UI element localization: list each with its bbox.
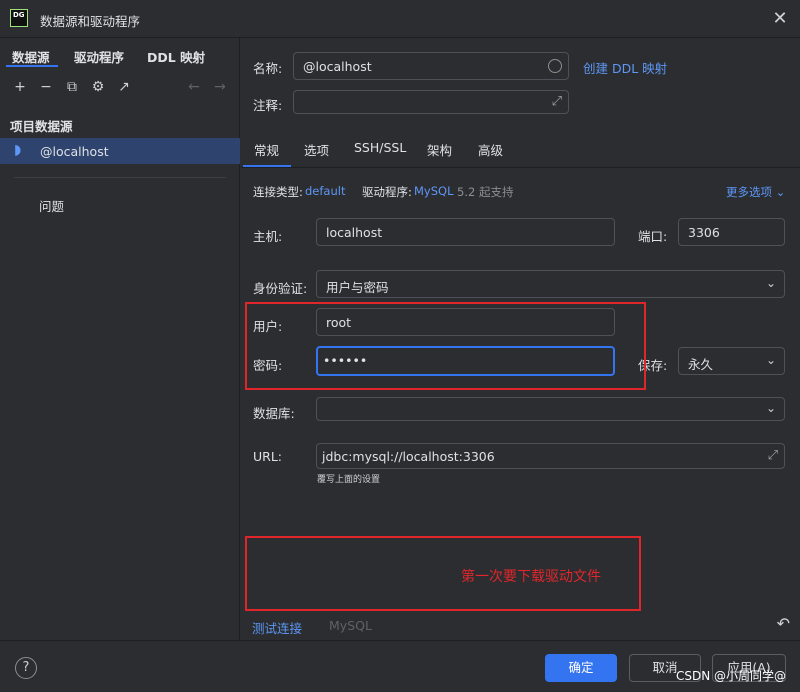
close-icon[interactable]: ✕	[770, 9, 790, 29]
tab-ddl-mappings[interactable]: DDL 映射	[147, 47, 205, 66]
chevron-down-icon: ⌄	[765, 276, 776, 290]
host-field[interactable]: localhost	[316, 218, 615, 246]
left-pane: 数据源 驱动程序 DDL 映射 + − ⧉ ⚙ ↗ ← → 项目数据源 ◗ @l…	[0, 38, 240, 640]
help-icon[interactable]: ?	[15, 657, 37, 679]
comment-label: 注释:	[253, 98, 283, 113]
name-value: @localhost	[303, 59, 372, 74]
left-tabs: 数据源 驱动程序 DDL 映射	[0, 38, 240, 68]
auth-value: 用户与密码	[326, 280, 389, 295]
back-arrow-icon[interactable]: ←	[185, 78, 203, 96]
tab-advanced[interactable]: 高级	[478, 140, 503, 159]
comment-field[interactable]: ⤢	[293, 90, 569, 114]
active-tab-indicator	[243, 165, 291, 167]
driver-support-note: 5.2 起支持	[457, 185, 514, 199]
database-label: 数据库:	[253, 406, 295, 421]
name-field[interactable]: @localhost	[293, 52, 569, 80]
annotation-box-credentials	[245, 302, 646, 390]
divider	[14, 177, 226, 178]
driver-name: MySQL	[329, 618, 372, 633]
create-ddl-mapping-link[interactable]: 创建 DDL 映射	[583, 58, 667, 77]
save-select[interactable]: 永久 ⌄	[678, 347, 785, 375]
annotation-note: 第一次要下载驱动文件	[461, 569, 601, 585]
watermark: CSDN @小周同学@	[675, 669, 786, 683]
chevron-down-icon: ⌄	[775, 185, 786, 199]
port-label: 端口:	[638, 229, 668, 244]
sidebar-item-localhost[interactable]: ◗ @localhost	[0, 138, 240, 164]
database-select[interactable]: ⌄	[316, 397, 785, 421]
minus-icon[interactable]: −	[37, 78, 55, 96]
sidebar-item-label: @localhost	[40, 144, 109, 159]
port-value: 3306	[688, 225, 720, 240]
auth-select[interactable]: 用户与密码 ⌄	[316, 270, 785, 298]
tab-data-sources[interactable]: 数据源	[12, 47, 50, 66]
driver-label: 驱动程序:	[362, 185, 412, 199]
tab-general[interactable]: 常规	[254, 140, 279, 159]
host-value: localhost	[326, 225, 383, 240]
connection-type-value[interactable]: default	[305, 184, 345, 198]
project-data-sources-label: 项目数据源	[10, 119, 73, 134]
left-toolbar: + − ⧉ ⚙ ↗ ← →	[0, 74, 240, 100]
mysql-dolphin-icon: ◗	[14, 142, 22, 158]
chevron-down-icon: ⌄	[765, 353, 776, 367]
host-label: 主机:	[253, 229, 283, 244]
test-connection-link[interactable]: 测试连接	[252, 618, 302, 637]
tab-schemas[interactable]: 架构	[427, 140, 452, 159]
chevron-down-icon: ⌄	[765, 401, 776, 415]
more-options-link[interactable]: 更多选项 ⌄	[726, 184, 785, 200]
copy-icon[interactable]: ⧉	[63, 78, 81, 96]
plus-icon[interactable]: +	[11, 78, 29, 96]
window-title: 数据源和驱动程序	[40, 14, 141, 29]
issues-item[interactable]: 问题	[39, 196, 64, 215]
forward-arrow-icon[interactable]: →	[211, 78, 229, 96]
tab-ssh-ssl[interactable]: SSH/SSL	[354, 140, 406, 155]
url-value: jdbc:mysql://localhost:3306	[322, 449, 495, 464]
more-options-label: 更多选项	[726, 185, 772, 199]
active-tab-indicator	[6, 65, 58, 67]
datagrip-logo-icon: DG	[10, 9, 28, 27]
url-hint: 覆写上面的设置	[317, 475, 381, 485]
name-label: 名称:	[253, 61, 283, 76]
auth-label: 身份验证:	[253, 281, 308, 296]
save-value: 永久	[688, 357, 714, 372]
connection-type-label: 连接类型:	[253, 185, 303, 199]
expand-icon[interactable]: ⤢	[768, 448, 778, 463]
ok-button[interactable]: 确定	[545, 654, 617, 682]
tab-options[interactable]: 选项	[304, 140, 329, 159]
url-field[interactable]: jdbc:mysql://localhost:3306 ⤢	[316, 443, 785, 469]
driver-value[interactable]: MySQL	[414, 184, 454, 198]
revert-icon[interactable]: ↶	[777, 614, 790, 633]
settings-tabs: 常规 选项 SSH/SSL 架构 高级	[241, 136, 800, 168]
port-field[interactable]: 3306	[678, 218, 785, 246]
dialog-footer: ? 确定 取消 应用(A) CSDN @小周同学@	[0, 640, 800, 692]
gear-icon[interactable]: ⚙	[89, 78, 107, 96]
expand-icon[interactable]: ⤢	[552, 94, 562, 109]
right-pane: 名称: @localhost 创建 DDL 映射 注释: ⤢ 常规 选项 SSH…	[241, 38, 800, 640]
tab-drivers[interactable]: 驱动程序	[74, 47, 124, 66]
url-label: URL:	[253, 449, 283, 464]
title-bar: DG 数据源和驱动程序 ✕	[0, 0, 800, 38]
color-circle-icon[interactable]	[548, 59, 562, 73]
export-icon[interactable]: ↗	[115, 78, 133, 96]
